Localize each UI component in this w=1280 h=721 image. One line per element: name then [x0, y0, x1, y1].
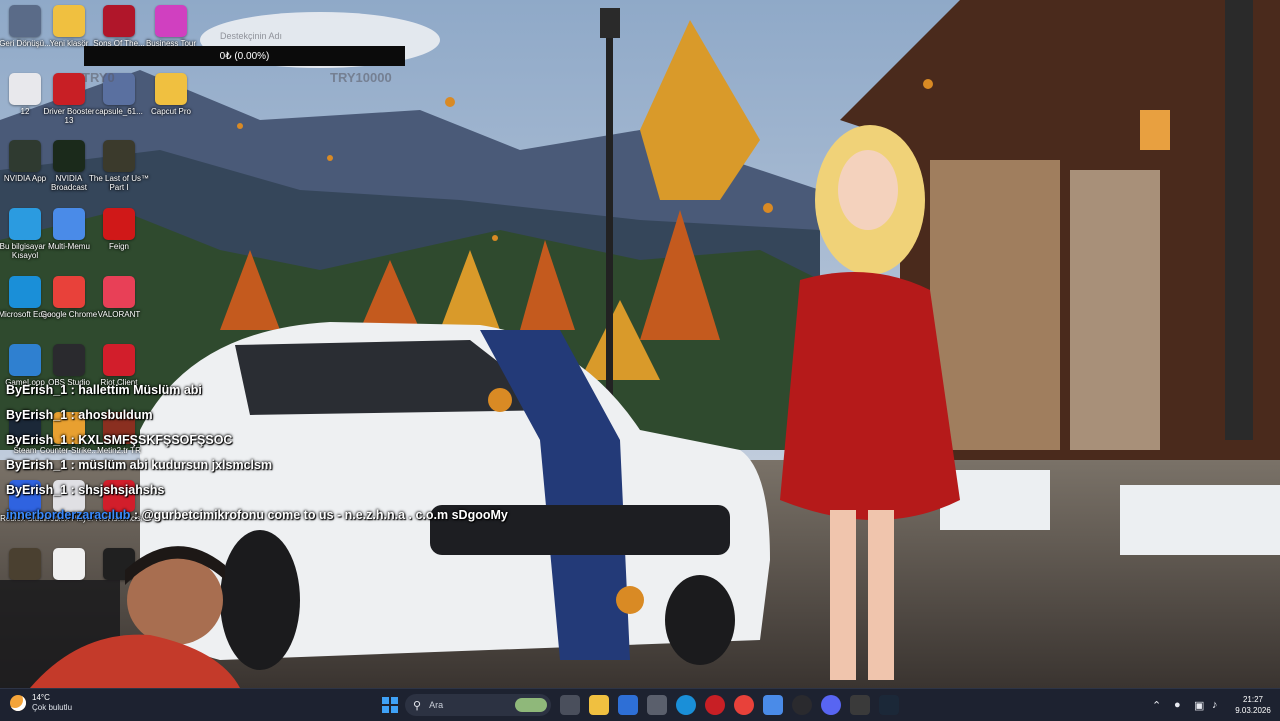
edge-icon[interactable] [676, 695, 696, 715]
donation-max-label: TRY10000 [330, 70, 392, 85]
chat-username: ByErish_1 [6, 383, 68, 397]
chat-username: ByErish_1 [6, 458, 68, 472]
search-icon: ⚲ [413, 699, 422, 712]
donation-min-label: TRY0 [82, 70, 115, 85]
start-button[interactable] [380, 695, 400, 715]
network-icon[interactable]: ▣ [1194, 699, 1204, 712]
recycle-bin-icon [9, 5, 41, 37]
desktop-icon-label: The Last of Us™ Part I [88, 174, 150, 192]
desktop-icon[interactable]: Feign [88, 208, 150, 251]
clock[interactable]: 21:27 9.03.2026 [1230, 694, 1276, 716]
desktop-icon-label: Capcut Pro [150, 107, 192, 116]
chat-separator: : [67, 483, 79, 497]
chat-text: @gurbetcimikrofonu come to us - n.e.z.h.… [141, 508, 508, 522]
chat-username: ByErish_1 [6, 483, 68, 497]
taskbar: 14°C Çok bulutlu ⚲ Ara ⌃ ● ▣ ♪ 21:27 9.0… [0, 688, 1280, 721]
donation-progress-text: 0₺ (0.00%) [219, 50, 270, 62]
clock-date: 9.03.2026 [1235, 706, 1271, 715]
discord-icon[interactable] [821, 695, 841, 715]
feign-icon [103, 208, 135, 240]
microphone-icon[interactable]: ● [1174, 699, 1181, 711]
computer-icon [9, 208, 41, 240]
riot-icon [103, 344, 135, 376]
desktop-icon[interactable]: Capcut Pro [140, 73, 202, 116]
desktop-icon[interactable]: The Last of Us™ Part I [88, 140, 150, 192]
chat-message: ByErish_1 : müslüm abi kudursun jxlsmcls… [6, 458, 272, 472]
obs-icon [53, 344, 85, 376]
windows-logo-icon [382, 697, 398, 713]
chat-separator: : [130, 508, 142, 522]
weather-desc: Çok bulutlu [32, 703, 73, 712]
chat-separator: : [67, 433, 79, 447]
taskbar-search[interactable]: ⚲ Ara [405, 694, 551, 716]
obs-icon[interactable] [792, 695, 812, 715]
desktop-icon[interactable]: Riot Client [88, 344, 150, 387]
volume-icon[interactable]: ♪ [1212, 699, 1218, 711]
weather-icon [10, 695, 26, 711]
chat-text: müslüm abi kudursun jxlsmclsm [78, 458, 273, 472]
desktop-icon-label: Metin2.tr TR [97, 446, 141, 455]
search-highlight-icon [515, 698, 547, 712]
document-icon [9, 73, 41, 105]
game-icon [103, 140, 135, 172]
chat-username: innerborderzaracılub [6, 508, 131, 522]
gameloop-icon [9, 344, 41, 376]
chat-text: shsjshsjahshs [78, 483, 165, 497]
webcam-overlay [0, 540, 250, 688]
chat-separator: : [67, 458, 79, 472]
chrome-icon [53, 276, 85, 308]
memu-icon [53, 208, 85, 240]
desktop-icon[interactable]: VALORANT [88, 276, 150, 319]
driver-booster-icon [53, 73, 85, 105]
folder-icon [155, 73, 187, 105]
chat-text: KXLSMFŞSKFŞSOFŞSOC [78, 433, 233, 447]
mail-icon[interactable] [618, 695, 638, 715]
steam-icon[interactable] [879, 695, 899, 715]
chrome-icon[interactable] [734, 695, 754, 715]
desktop-icon-label: Feign [108, 242, 129, 251]
desktop-icon-label: VALORANT [97, 310, 141, 319]
chat-message: ByErish_1 : shsjshsjahshs [6, 483, 164, 497]
donation-progress-bar: 0₺ (0.00%) [84, 46, 405, 66]
chat-separator: : [67, 383, 79, 397]
chat-message: innerborderzaracılub : @gurbetcimikrofon… [6, 508, 508, 522]
app-icon[interactable] [850, 695, 870, 715]
valorant-icon [103, 276, 135, 308]
chat-message: ByErish_1 : ahosbuldum [6, 408, 153, 422]
search-placeholder: Ara [429, 700, 444, 710]
chat-text: ahosbuldum [78, 408, 153, 422]
chat-message: ByErish_1 : KXLSMFŞSKFŞSOFŞSOC [6, 433, 232, 447]
clock-time: 21:27 [1242, 695, 1264, 704]
chat-username: ByErish_1 [6, 408, 68, 422]
driver-booster-icon[interactable] [705, 695, 725, 715]
game-icon [103, 5, 135, 37]
folder-icon [53, 5, 85, 37]
calculator-icon[interactable] [647, 695, 667, 715]
edge-icon [9, 276, 41, 308]
task-view-icon[interactable] [560, 695, 580, 715]
nvidia-broadcast-icon [53, 140, 85, 172]
chat-message: ByErish_1 : hallettim Müslüm abi [6, 383, 202, 397]
chat-username: ByErish_1 [6, 433, 68, 447]
desktop-icon[interactable]: Business Tour [140, 5, 202, 48]
weather-widget[interactable]: 14°C Çok bulutlu [10, 693, 72, 713]
donation-supporter-name: Destekçinin Adı [220, 31, 283, 41]
nvidia-icon [9, 140, 41, 172]
game-icon [155, 5, 187, 37]
memu-icon[interactable] [763, 695, 783, 715]
chevron-up-icon[interactable]: ⌃ [1152, 699, 1161, 712]
chat-separator: : [67, 408, 79, 422]
file-explorer-icon[interactable] [589, 695, 609, 715]
weather-temp: 14°C [32, 693, 50, 702]
chat-text: hallettim Müslüm abi [78, 383, 202, 397]
